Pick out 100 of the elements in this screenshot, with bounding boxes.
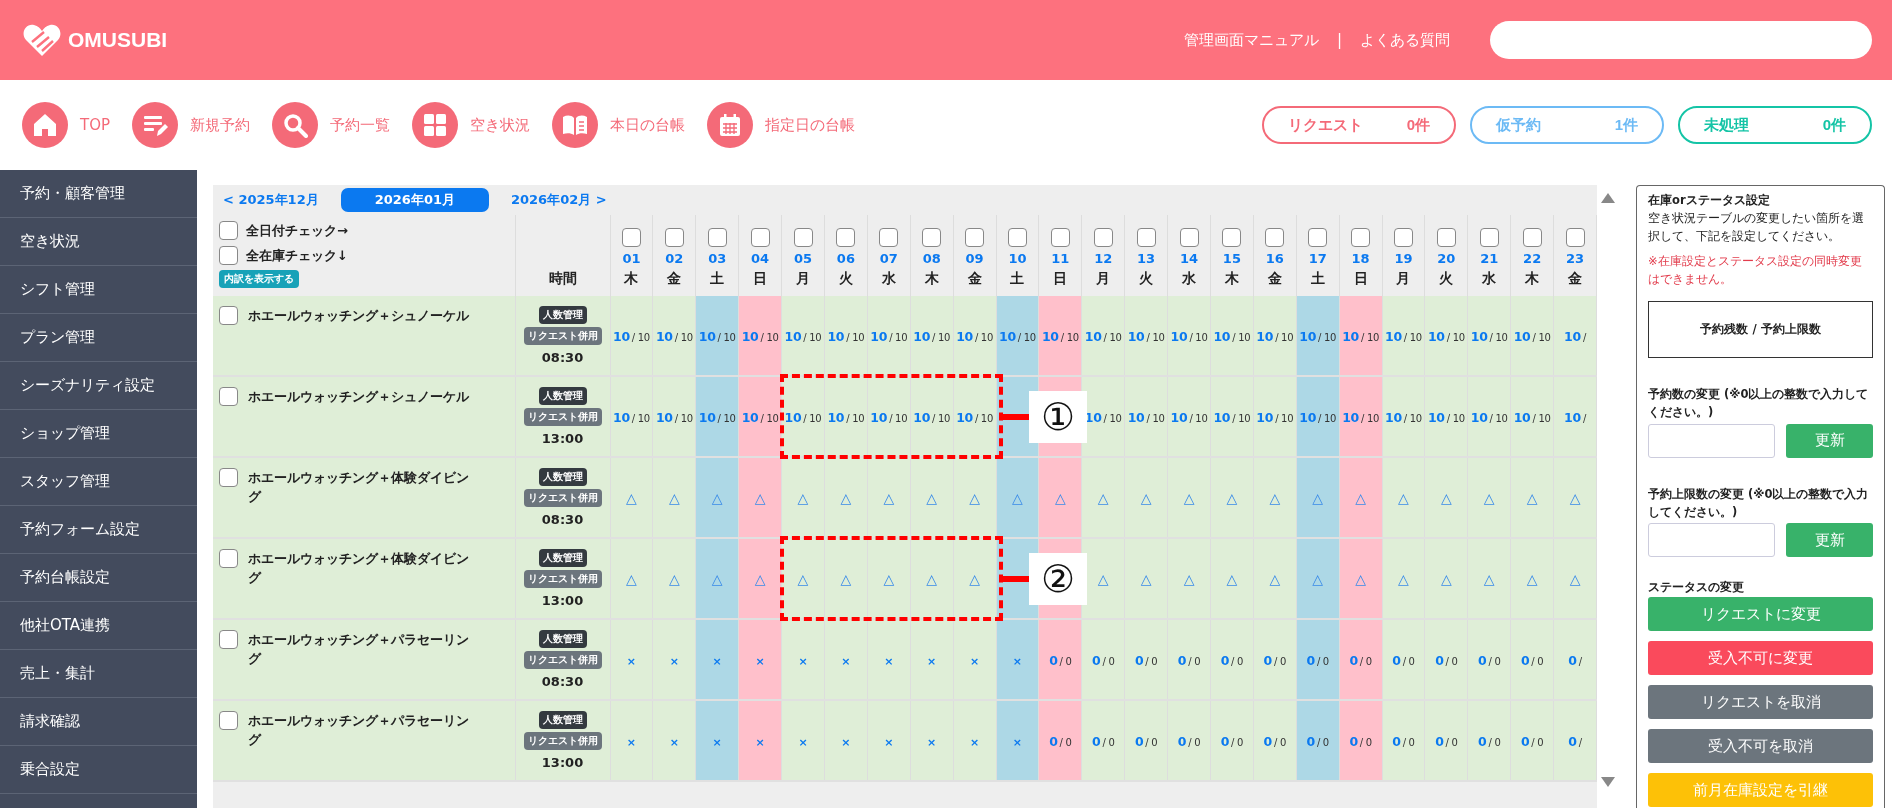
checkbox[interactable] bbox=[793, 228, 813, 247]
availability-count[interactable]: 0 / 0 bbox=[1134, 650, 1158, 669]
request-mark[interactable]: △ bbox=[883, 490, 895, 506]
sidebar-item[interactable]: 予約フォーム設定 bbox=[0, 506, 197, 554]
checkbox[interactable] bbox=[621, 228, 641, 247]
checkbox[interactable] bbox=[1136, 228, 1156, 247]
request-mark[interactable]: △ bbox=[1183, 490, 1195, 506]
nav-link[interactable]: 予約一覧 bbox=[272, 102, 390, 148]
checkbox[interactable] bbox=[219, 468, 238, 487]
unavailable-mark[interactable]: × bbox=[1012, 736, 1023, 749]
unavailable-mark[interactable]: × bbox=[755, 655, 765, 668]
checkbox[interactable] bbox=[1179, 228, 1199, 247]
checkbox[interactable] bbox=[707, 228, 727, 247]
unavailable-mark[interactable]: × bbox=[969, 736, 980, 749]
availability-count[interactable]: 0 / 0 bbox=[1478, 650, 1501, 669]
checkbox[interactable] bbox=[1007, 228, 1027, 247]
request-mark[interactable]: △ bbox=[1312, 571, 1324, 587]
unavailable-mark[interactable]: × bbox=[841, 736, 851, 749]
unavailable-mark[interactable]: × bbox=[755, 736, 765, 749]
unavailable-mark[interactable]: × bbox=[884, 655, 894, 668]
scroll-down-arrow-icon[interactable] bbox=[1601, 777, 1615, 787]
request-mark[interactable]: △ bbox=[926, 490, 938, 506]
availability-count[interactable]: 0 / 0 bbox=[1177, 650, 1201, 669]
availability-count[interactable]: 0 / 0 bbox=[1306, 731, 1329, 750]
nav-link[interactable]: 指定日の台帳 bbox=[707, 102, 855, 148]
unavailable-mark[interactable]: × bbox=[927, 736, 937, 749]
checkbox[interactable] bbox=[1050, 228, 1070, 247]
availability-count[interactable]: 0 / 0 bbox=[1306, 650, 1329, 669]
availability-count[interactable]: 0 / 0 bbox=[1092, 731, 1115, 750]
checkbox[interactable] bbox=[922, 228, 942, 247]
sidebar-item[interactable]: プラン管理 bbox=[0, 314, 197, 362]
request-mark[interactable]: △ bbox=[1012, 490, 1023, 506]
request-mark[interactable]: △ bbox=[1226, 490, 1238, 506]
request-mark[interactable]: △ bbox=[1226, 571, 1238, 587]
sidebar-item[interactable]: 他社OTA連携 bbox=[0, 602, 197, 650]
sidebar-item[interactable]: 予約台帳設定 bbox=[0, 554, 197, 602]
month-link[interactable]: < 2025年12月 bbox=[219, 189, 323, 211]
input-field[interactable] bbox=[1648, 523, 1775, 558]
request-mark[interactable]: △ bbox=[1483, 490, 1495, 506]
availability-count[interactable]: 10 / bbox=[1564, 326, 1586, 345]
availability-count[interactable]: 0 / 0 bbox=[1478, 731, 1501, 750]
availability-count[interactable]: 0 / 0 bbox=[1092, 650, 1115, 669]
unavailable-mark[interactable]: × bbox=[927, 655, 937, 668]
checkbox[interactable] bbox=[219, 306, 238, 325]
request-mark[interactable]: △ bbox=[1526, 571, 1538, 587]
sidebar-item[interactable]: ショップ管理 bbox=[0, 410, 197, 458]
availability-count[interactable]: 10 / 10 bbox=[1342, 326, 1379, 345]
request-mark[interactable]: △ bbox=[1398, 490, 1409, 506]
breakdown-button[interactable]: 内訳を表示する bbox=[219, 270, 299, 288]
unavailable-mark[interactable]: × bbox=[626, 655, 637, 668]
request-mark[interactable]: △ bbox=[883, 571, 895, 587]
request-mark[interactable]: △ bbox=[969, 571, 980, 587]
request-mark[interactable]: △ bbox=[668, 490, 680, 506]
availability-count[interactable]: 0 / 0 bbox=[1520, 731, 1544, 750]
request-mark[interactable]: △ bbox=[797, 490, 809, 506]
unavailable-mark[interactable]: × bbox=[841, 655, 851, 668]
checkbox[interactable] bbox=[219, 387, 238, 406]
checkbox[interactable] bbox=[750, 228, 770, 247]
request-mark[interactable]: △ bbox=[754, 490, 766, 506]
request-mark[interactable]: △ bbox=[1398, 571, 1409, 587]
unavailable-mark[interactable]: × bbox=[884, 736, 894, 749]
request-mark[interactable]: △ bbox=[1097, 490, 1109, 506]
availability-count[interactable]: 0 / 0 bbox=[1392, 650, 1415, 669]
sidebar-item[interactable]: 空き状況 bbox=[0, 218, 197, 266]
checkbox[interactable] bbox=[219, 549, 238, 568]
checkbox[interactable] bbox=[1222, 228, 1242, 247]
request-mark[interactable]: △ bbox=[626, 571, 637, 587]
checkbox[interactable] bbox=[1351, 228, 1371, 247]
request-mark[interactable]: △ bbox=[1569, 490, 1581, 506]
request-mark[interactable]: △ bbox=[840, 571, 852, 587]
status-button[interactable]: 受入不可を取消 bbox=[1648, 729, 1873, 764]
checkbox[interactable] bbox=[1308, 228, 1328, 247]
status-counter-button[interactable]: リクエスト 0件 bbox=[1262, 106, 1456, 144]
sidebar-item[interactable]: 売上・集計 bbox=[0, 650, 197, 698]
nav-link[interactable]: 本日の台帳 bbox=[552, 102, 685, 148]
input-field[interactable] bbox=[1648, 423, 1775, 458]
request-mark[interactable]: △ bbox=[797, 571, 809, 587]
availability-count[interactable]: 0 / 0 bbox=[1263, 731, 1286, 750]
request-mark[interactable]: △ bbox=[626, 490, 637, 506]
availability-count[interactable]: 0 / 0 bbox=[1049, 650, 1072, 669]
availability-count[interactable]: 0 / 0 bbox=[1435, 650, 1458, 669]
request-mark[interactable]: △ bbox=[840, 490, 852, 506]
unavailable-mark[interactable]: × bbox=[669, 655, 679, 668]
availability-count[interactable]: 0 / 0 bbox=[1435, 731, 1458, 750]
sidebar-item[interactable]: 乗合設定 bbox=[0, 746, 197, 794]
request-mark[interactable]: △ bbox=[969, 490, 980, 506]
unavailable-mark[interactable]: × bbox=[969, 655, 980, 668]
sidebar-item[interactable]: スタッフ管理 bbox=[0, 458, 197, 506]
unavailable-mark[interactable]: × bbox=[712, 655, 722, 668]
unavailable-mark[interactable]: × bbox=[1012, 655, 1023, 668]
unavailable-mark[interactable]: × bbox=[712, 736, 722, 749]
update-button[interactable]: 更新 bbox=[1786, 523, 1873, 558]
availability-count[interactable]: 0 / 0 bbox=[1220, 731, 1244, 750]
checkbox[interactable] bbox=[836, 228, 856, 247]
status-button[interactable]: リクエストに変更 bbox=[1648, 597, 1873, 632]
sidebar-item[interactable]: 予約・顧客管理 bbox=[0, 170, 197, 218]
scroll-up-arrow-icon[interactable] bbox=[1601, 193, 1615, 203]
availability-count[interactable]: 0 / 0 bbox=[1392, 731, 1415, 750]
availability-count[interactable]: 0 / 0 bbox=[1520, 650, 1544, 669]
request-mark[interactable]: △ bbox=[1440, 571, 1452, 587]
